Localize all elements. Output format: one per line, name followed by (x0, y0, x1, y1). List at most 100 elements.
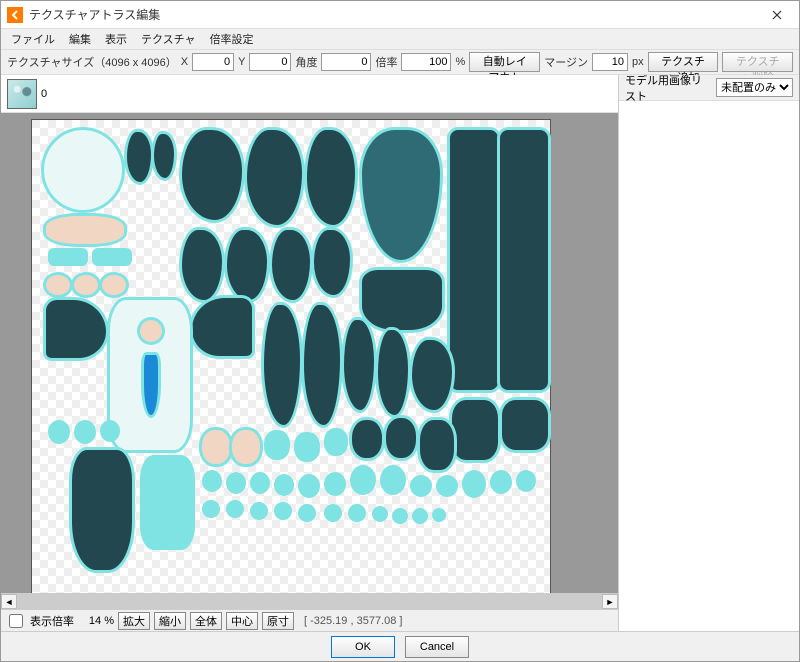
canvas-viewport[interactable] (1, 113, 618, 593)
atlas-piece[interactable] (182, 230, 222, 300)
atlas-piece[interactable] (386, 418, 416, 458)
x-input[interactable] (192, 53, 234, 71)
atlas-piece[interactable] (140, 455, 195, 550)
atlas-piece[interactable] (298, 504, 316, 522)
atlas-piece[interactable] (324, 472, 346, 496)
atlas-piece[interactable] (154, 134, 174, 178)
scale-input[interactable] (401, 53, 451, 71)
atlas-piece[interactable] (226, 472, 246, 494)
atlas-piece[interactable] (344, 320, 374, 410)
atlas-piece[interactable] (274, 474, 294, 496)
atlas-piece[interactable] (362, 270, 442, 330)
atlas-piece[interactable] (462, 470, 486, 498)
atlas-piece[interactable] (324, 428, 348, 456)
cancel-button[interactable]: Cancel (405, 636, 469, 658)
atlas-piece[interactable] (314, 230, 350, 295)
texture-size-label: テクスチャサイズ（4096 x 4096） (7, 54, 177, 70)
atlas-piece[interactable] (46, 300, 106, 358)
actual-size-button[interactable]: 原寸 (262, 612, 294, 630)
atlas-piece[interactable] (516, 470, 536, 492)
center-button[interactable]: 中心 (226, 612, 258, 630)
atlas-piece[interactable] (202, 470, 222, 492)
zoom-checkbox[interactable] (9, 614, 23, 628)
atlas-piece[interactable] (250, 472, 270, 494)
image-list-filter[interactable]: 未配置のみ (716, 78, 793, 97)
add-texture-button[interactable]: テクスチャ追加 (648, 52, 719, 72)
ok-button[interactable]: OK (331, 636, 395, 658)
atlas-piece[interactable] (48, 420, 70, 444)
atlas-piece[interactable] (324, 504, 342, 522)
zoom-out-button[interactable]: 縮小 (154, 612, 186, 630)
menu-file[interactable]: ファイル (5, 29, 61, 49)
scroll-thumb[interactable] (17, 594, 602, 609)
atlas-piece[interactable] (264, 430, 290, 460)
atlas-piece[interactable] (362, 130, 440, 260)
scroll-left-arrow[interactable]: ◄ (1, 594, 17, 609)
atlas-piece[interactable] (298, 474, 320, 498)
atlas-piece[interactable] (100, 420, 120, 442)
angle-input[interactable] (321, 53, 371, 71)
atlas-piece[interactable] (202, 430, 230, 464)
atlas-piece[interactable] (264, 305, 300, 425)
margin-input[interactable] (592, 53, 628, 71)
atlas-piece[interactable] (452, 400, 498, 460)
atlas-piece[interactable] (144, 355, 158, 415)
atlas-piece[interactable] (380, 465, 406, 495)
atlas-piece[interactable] (127, 132, 151, 182)
texture-thumb-0[interactable] (7, 79, 37, 109)
fit-all-button[interactable]: 全体 (190, 612, 222, 630)
atlas-canvas[interactable] (31, 119, 551, 593)
atlas-piece[interactable] (72, 450, 132, 570)
atlas-piece[interactable] (102, 275, 126, 295)
atlas-piece[interactable] (232, 430, 260, 464)
atlas-piece[interactable] (372, 506, 388, 522)
atlas-piece[interactable] (46, 216, 124, 244)
atlas-piece[interactable] (74, 275, 98, 295)
atlas-piece[interactable] (250, 502, 268, 520)
atlas-piece[interactable] (46, 275, 70, 295)
atlas-piece[interactable] (500, 130, 548, 390)
atlas-piece[interactable] (226, 500, 244, 518)
atlas-piece[interactable] (502, 400, 548, 450)
atlas-piece[interactable] (392, 508, 408, 524)
atlas-piece[interactable] (92, 248, 132, 266)
atlas-piece[interactable] (227, 230, 267, 300)
atlas-piece[interactable] (348, 504, 366, 522)
y-input[interactable] (249, 53, 291, 71)
atlas-piece[interactable] (307, 130, 355, 225)
zoom-in-button[interactable]: 拡大 (118, 612, 150, 630)
atlas-piece[interactable] (182, 130, 242, 220)
atlas-piece[interactable] (378, 330, 408, 415)
close-button[interactable] (761, 4, 793, 26)
atlas-piece[interactable] (247, 130, 302, 225)
atlas-piece[interactable] (192, 298, 252, 356)
atlas-piece[interactable] (490, 470, 512, 494)
atlas-piece[interactable] (48, 248, 88, 266)
atlas-piece[interactable] (274, 502, 292, 520)
scroll-track[interactable] (17, 594, 602, 609)
scroll-right-arrow[interactable]: ► (602, 594, 618, 609)
atlas-piece[interactable] (420, 420, 454, 470)
menu-ratio[interactable]: 倍率設定 (204, 29, 260, 49)
atlas-piece[interactable] (294, 432, 320, 462)
horizontal-scrollbar[interactable]: ◄ ► (1, 593, 618, 609)
atlas-piece[interactable] (450, 130, 498, 390)
atlas-piece[interactable] (412, 340, 452, 410)
menu-edit[interactable]: 編集 (63, 29, 97, 49)
menu-texture[interactable]: テクスチャ (135, 29, 202, 49)
atlas-piece[interactable] (304, 305, 340, 425)
atlas-piece[interactable] (74, 420, 96, 444)
auto-layout-button[interactable]: 自動レイアウト (469, 52, 540, 72)
atlas-piece[interactable] (352, 420, 382, 458)
atlas-piece[interactable] (272, 230, 310, 300)
atlas-piece[interactable] (202, 500, 220, 518)
atlas-piece[interactable] (140, 320, 162, 342)
atlas-piece[interactable] (410, 475, 432, 497)
atlas-piece[interactable] (412, 508, 428, 524)
atlas-piece[interactable] (436, 475, 458, 497)
atlas-piece[interactable] (350, 465, 376, 495)
zoom-value: 14 % (78, 615, 114, 627)
atlas-piece[interactable] (432, 508, 446, 522)
menu-view[interactable]: 表示 (99, 29, 133, 49)
atlas-piece[interactable] (44, 130, 122, 210)
